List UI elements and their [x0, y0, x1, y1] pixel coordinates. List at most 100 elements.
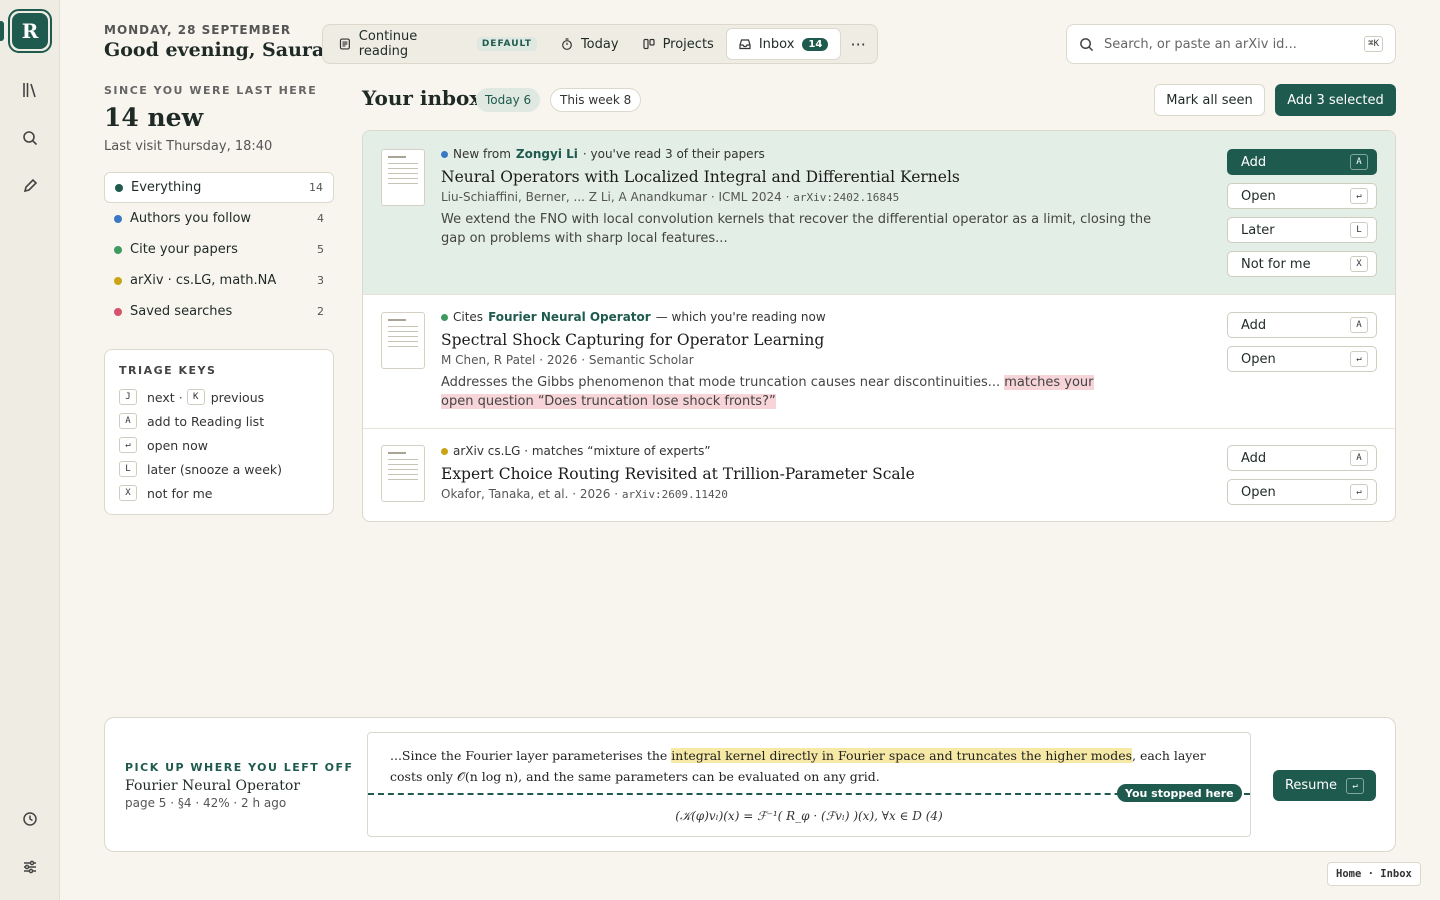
action-key: A [1350, 317, 1368, 333]
triage-row: X not for me [119, 481, 319, 505]
reading-excerpt[interactable]: ...Since the Fourier layer parameterises… [367, 732, 1251, 837]
pickup-meta: page 5 · §4 · 42% · 2 h ago [125, 796, 287, 810]
resume-key: ↵ [1346, 777, 1365, 794]
paper-thumbnail [381, 312, 425, 369]
filter-list: Everything 14 Authors you follow 4 Cite … [104, 172, 334, 327]
action-key: ↵ [1350, 188, 1368, 204]
search-placeholder: Search, or paste an arXiv id... [1104, 36, 1297, 52]
filter-dot [114, 307, 122, 316]
equation: (𝒦(φ)vₗ)(x) = ℱ⁻¹( R_φ · (ℱvₗ) )(x), ∀x … [675, 809, 943, 823]
more-menu-button[interactable]: ··· [843, 29, 873, 59]
action-label: Open [1241, 351, 1276, 367]
sliders-icon[interactable] [20, 857, 40, 877]
this-week-filter-pill[interactable]: This week 8 [550, 88, 642, 112]
timer-icon [562, 38, 572, 50]
filter-count: 14 [309, 181, 323, 194]
not-for-me-button[interactable]: Not for me X [1227, 251, 1377, 277]
pickup-label: PICK UP WHERE YOU LEFT OFF [125, 761, 354, 774]
authors-text: Okafor, Tanaka, et al. · 2026 · [441, 487, 619, 501]
library-icon[interactable] [20, 80, 40, 100]
paper-thumbnail [381, 149, 425, 206]
home-logo-button[interactable]: R [8, 9, 52, 53]
filter-cite-your-papers[interactable]: Cite your papers 5 [104, 234, 334, 265]
later-button[interactable]: Later L [1227, 217, 1377, 243]
left-rail: R [0, 0, 60, 900]
filter-dot [115, 183, 123, 192]
key-k: K [186, 389, 205, 405]
filter-arxiv[interactable]: arXiv · cs.LG, math.NA 3 [104, 265, 334, 296]
filter-count: 3 [317, 274, 324, 287]
add-selected-button[interactable]: Add 3 selected [1275, 84, 1396, 116]
triage-row: ↵ open now [119, 433, 319, 457]
resume-button[interactable]: Resume ↵ [1273, 770, 1376, 801]
separator: · [178, 389, 183, 405]
new-count: 14 new [104, 103, 204, 132]
item-source: arXiv cs.LG · matches “mixture of expert… [441, 444, 711, 458]
kanban-icon [642, 38, 655, 50]
source-dot [441, 447, 448, 455]
paper-title[interactable]: Expert Choice Routing Revisited at Trill… [441, 465, 915, 483]
list-item[interactable]: Cites Fourier Neural Operator — which yo… [363, 295, 1395, 429]
filter-saved-searches[interactable]: Saved searches 2 [104, 296, 334, 327]
open-button[interactable]: Open ↵ [1227, 183, 1377, 209]
add-button[interactable]: Add A [1227, 445, 1377, 471]
breadcrumb: Home · Inbox [1327, 862, 1421, 886]
action-label: Open [1241, 484, 1276, 500]
authors-text: Liu-Schiaffini, Berner, ... Z Li, A Anan… [441, 190, 790, 204]
paper-title[interactable]: Spectral Shock Capturing for Operator Le… [441, 331, 824, 349]
search-icon[interactable] [20, 128, 40, 148]
paper-abstract: We extend the FNO with local convolution… [441, 212, 1152, 246]
source-prefix: New from [453, 147, 511, 161]
key-label: previous [210, 389, 265, 405]
triage-row: L later (snooze a week) [119, 457, 319, 481]
pickup-paper-title[interactable]: Fourier Neural Operator [125, 778, 300, 794]
today-filter-pill[interactable]: Today 6 [476, 88, 541, 112]
tab-label: Continue reading [358, 29, 418, 59]
triage-row-navigation: J next · K previous [119, 385, 319, 409]
cited-paper[interactable]: Fourier Neural Operator [488, 310, 651, 324]
tab-today[interactable]: Today [549, 28, 631, 60]
tab-continue-reading[interactable]: Continue reading DEFAULT [327, 28, 549, 60]
clock-icon[interactable] [20, 809, 40, 829]
source-suffix: — which you're reading now [655, 310, 826, 324]
resume-label: Resume [1284, 778, 1338, 793]
mark-all-seen-button[interactable]: Mark all seen [1154, 84, 1265, 116]
action-key: L [1350, 222, 1368, 238]
action-label: Open [1241, 188, 1276, 204]
key-label: next [147, 389, 175, 405]
filter-count: 2 [317, 305, 324, 318]
filter-label: Everything [131, 180, 202, 195]
filter-label: Cite your papers [130, 242, 238, 257]
filter-label: Saved searches [130, 304, 233, 319]
open-button[interactable]: Open ↵ [1227, 346, 1377, 372]
key-label: not for me [147, 485, 213, 501]
action-label: Later [1241, 222, 1275, 238]
search-icon [1080, 37, 1094, 51]
source-author[interactable]: Zongyi Li [516, 147, 578, 161]
tab-projects[interactable]: Projects [631, 28, 726, 60]
filter-authors-you-follow[interactable]: Authors you follow 4 [104, 203, 334, 234]
paper-abstract: Addresses the Gibbs phenomenon that mode… [441, 373, 1121, 411]
filter-label: arXiv · cs.LG, math.NA [130, 273, 277, 288]
key-label: later (snooze a week) [147, 461, 283, 477]
list-item[interactable]: arXiv cs.LG · matches “mixture of expert… [363, 429, 1395, 521]
inbox-title: Your inbox [362, 86, 482, 110]
paper-title[interactable]: Neural Operators with Localized Integral… [441, 168, 960, 186]
source-text: arXiv cs.LG · matches “mixture of expert… [453, 444, 711, 458]
search-bar[interactable]: Search, or paste an arXiv id... ⌘K [1066, 24, 1396, 64]
filter-dot [114, 276, 122, 285]
action-key: X [1350, 256, 1368, 272]
key-a: A [119, 413, 137, 429]
pen-icon[interactable] [20, 176, 40, 196]
add-button[interactable]: Add A [1227, 312, 1377, 338]
default-badge: DEFAULT [476, 37, 537, 51]
tab-inbox[interactable]: Inbox 14 [725, 28, 842, 60]
source-dot [441, 150, 448, 158]
item-source: Cites Fourier Neural Operator — which yo… [441, 310, 826, 324]
tab-label: Today [580, 36, 619, 52]
current-date: MONDAY, 28 SEPTEMBER [104, 23, 292, 37]
open-button[interactable]: Open ↵ [1227, 479, 1377, 505]
filter-everything[interactable]: Everything 14 [104, 172, 334, 203]
list-item[interactable]: New from Zongyi Li · you've read 3 of th… [363, 131, 1395, 295]
add-button[interactable]: Add A [1227, 149, 1377, 175]
